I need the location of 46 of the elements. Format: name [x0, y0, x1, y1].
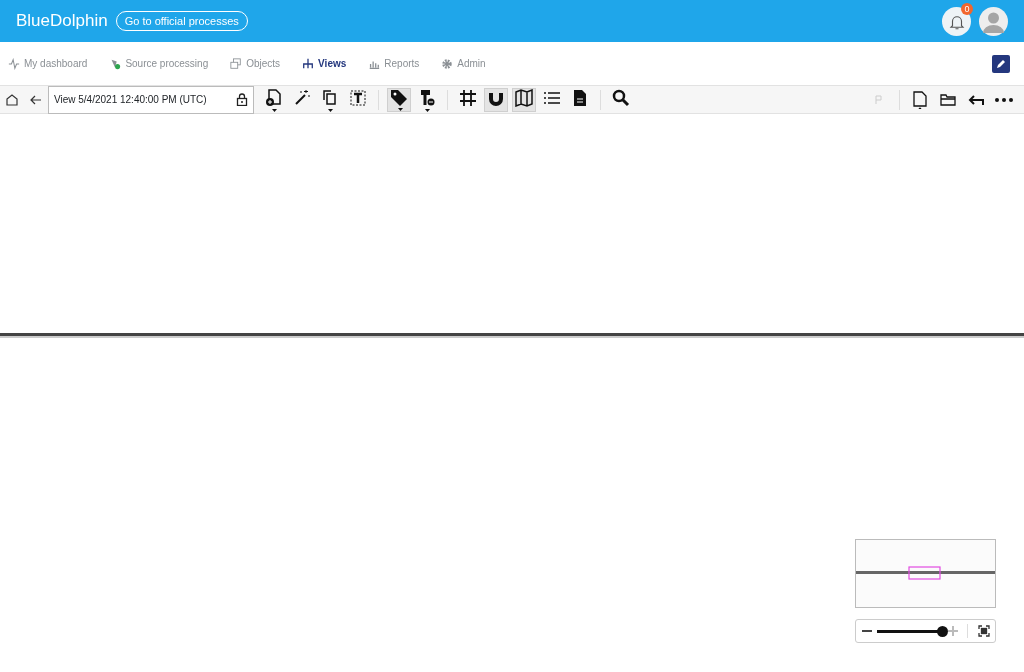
- nav-tab[interactable]: Views: [302, 56, 347, 71]
- add-page-icon: [265, 89, 283, 107]
- nav-icon: [302, 57, 315, 70]
- notifications-button[interactable]: 0: [942, 6, 971, 36]
- nav-icon: [230, 57, 243, 70]
- nav-icon: [8, 57, 20, 70]
- tag-icon: [390, 89, 408, 107]
- caret-icon: [425, 108, 430, 112]
- text-frame-icon: [349, 89, 367, 107]
- view-name-field[interactable]: View 5/4/2021 12:40:00 PM (UTC): [48, 85, 254, 114]
- copy-icon: [321, 89, 339, 107]
- home-icon: [5, 92, 19, 107]
- grid-icon: [459, 89, 477, 107]
- document-icon: [571, 89, 589, 107]
- notification-count: 0: [961, 2, 973, 15]
- nav-tab[interactable]: Source processing: [109, 56, 209, 71]
- undo-icon: [968, 93, 984, 106]
- pencil-icon: [996, 58, 1006, 69]
- nav-tab[interactable]: Reports: [368, 56, 420, 71]
- plus-icon: [947, 626, 958, 636]
- nav-tab[interactable]: Objects: [230, 56, 281, 71]
- minus-icon: [861, 630, 872, 632]
- more-icon: [995, 97, 1013, 102]
- minimap[interactable]: [855, 539, 996, 608]
- edit-button[interactable]: [992, 54, 1010, 73]
- nav-icon: [109, 57, 122, 70]
- zoom-slider-thumb[interactable]: [937, 625, 949, 637]
- lock-icon[interactable]: [236, 93, 248, 106]
- nav-tab[interactable]: My dashboard: [8, 56, 88, 71]
- folder-icon: [940, 92, 956, 107]
- caret-icon: [328, 108, 333, 112]
- new-page-icon: [913, 90, 927, 109]
- magic-wand-icon: [293, 89, 311, 107]
- map-button[interactable]: [512, 87, 536, 112]
- map-icon: [515, 89, 533, 107]
- search-icon: [612, 89, 630, 107]
- minimap-viewport[interactable]: [908, 566, 941, 580]
- nav-icon: [441, 57, 454, 70]
- list-icon: [543, 89, 561, 107]
- caret-icon: [272, 108, 277, 112]
- brand-name[interactable]: BlueDolphin: [16, 8, 108, 34]
- nav-tab[interactable]: Admin: [441, 56, 486, 71]
- paint-roller-icon: [418, 89, 436, 107]
- fit-to-screen-icon: [977, 625, 990, 637]
- magnet-button[interactable]: [484, 87, 508, 112]
- tag-button[interactable]: [387, 87, 411, 112]
